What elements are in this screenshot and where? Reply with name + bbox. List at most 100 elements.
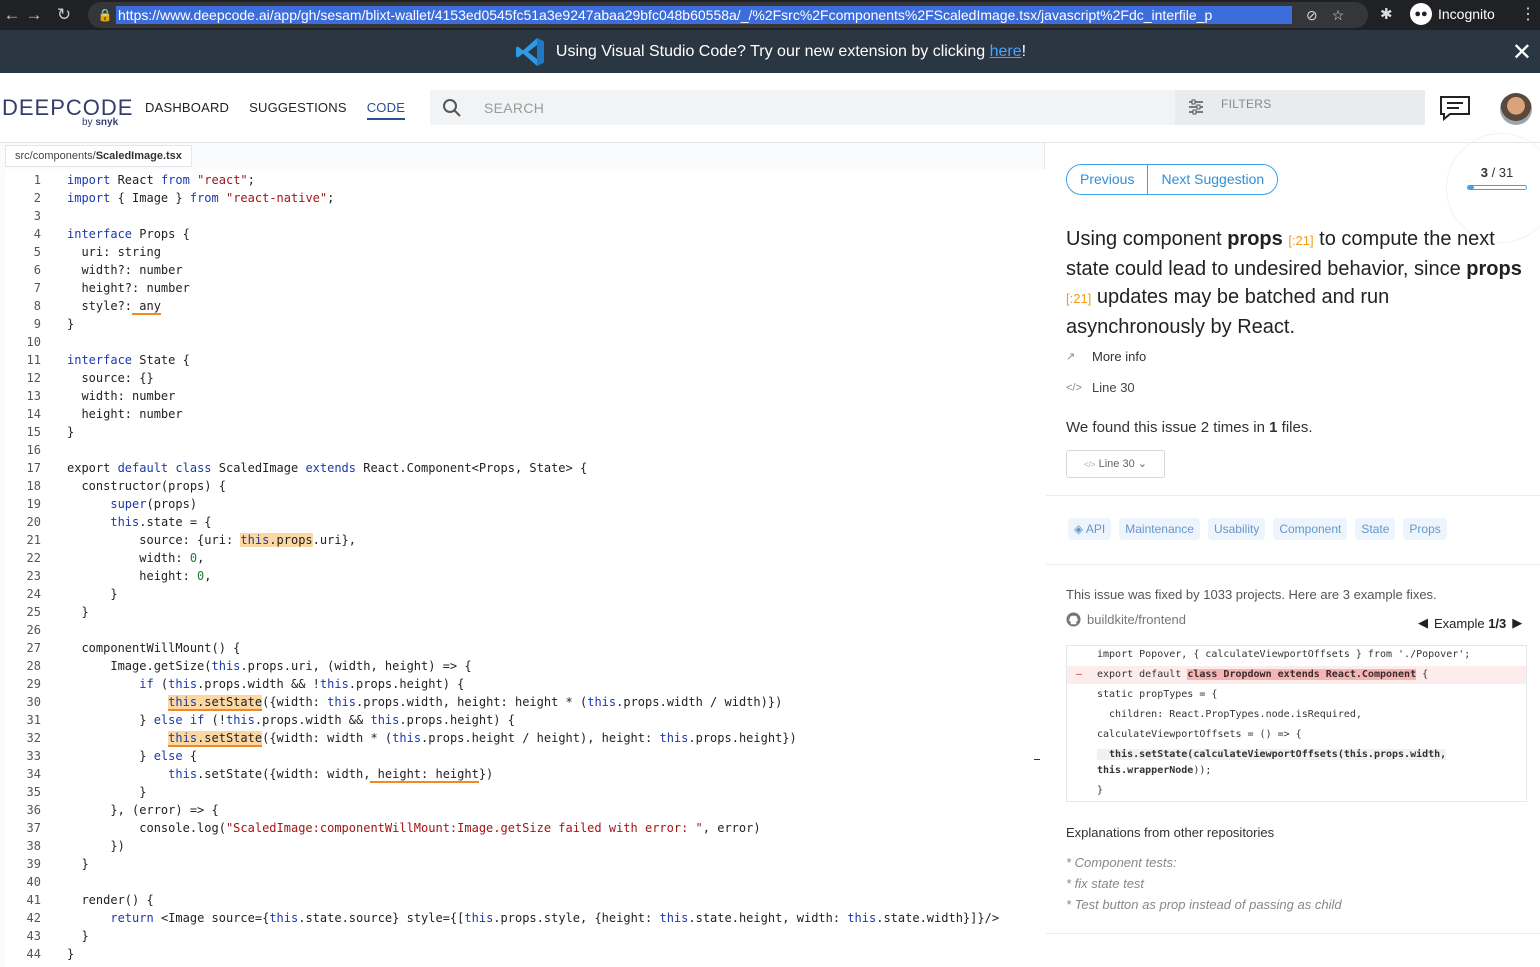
line-number: 2 bbox=[33, 191, 41, 205]
line-select-dropdown[interactable]: </> Line 30 ⌄ bbox=[1066, 450, 1165, 478]
line-number: 37 bbox=[26, 821, 41, 835]
chevron-down-icon: ⌄ bbox=[1137, 458, 1147, 470]
nav-code[interactable]: CODE bbox=[366, 100, 406, 120]
banner-link[interactable]: here bbox=[990, 43, 1022, 61]
code-text: componentWillMount() { bbox=[67, 641, 241, 655]
code-text: render() { bbox=[67, 893, 154, 907]
line-number: 20 bbox=[26, 515, 41, 529]
repo-link[interactable]: buildkite/frontend bbox=[1066, 612, 1186, 627]
diff-line: – export default class Dropdown extends R… bbox=[1067, 666, 1526, 684]
explanation-item[interactable]: * fix state test bbox=[1066, 876, 1144, 891]
explanation-item[interactable]: * Test button as prop instead of passing… bbox=[1066, 897, 1342, 912]
diff-text: static propTypes = { bbox=[1097, 689, 1218, 700]
more-info-link[interactable]: ↗ More info bbox=[1066, 349, 1146, 364]
line-number: 29 bbox=[26, 677, 41, 691]
tag-usability[interactable]: Usability bbox=[1207, 518, 1266, 540]
tag-component[interactable]: Component bbox=[1273, 518, 1348, 540]
divider bbox=[1046, 495, 1540, 496]
diff-line: calculateViewportOffsets = () => { bbox=[1067, 726, 1526, 744]
code-text: }) bbox=[67, 839, 125, 853]
line-number: 41 bbox=[26, 893, 41, 907]
browser-toolbar: ← → ↻ 🔒 https://www.deepcode.ai/app/gh/s… bbox=[0, 0, 1540, 30]
code-text: } bbox=[67, 605, 89, 619]
repo-label: buildkite/frontend bbox=[1087, 612, 1187, 627]
line-number: 34 bbox=[26, 767, 41, 781]
deepcode-logo[interactable]: DEEPCODE by snyk bbox=[2, 95, 133, 128]
line-number: 3 bbox=[33, 209, 41, 223]
code-text: } bbox=[67, 425, 75, 439]
incognito-indicator[interactable]: ●● Incognito bbox=[1410, 3, 1495, 25]
code-text: interface State { bbox=[67, 353, 190, 367]
feedback-icon[interactable] bbox=[1438, 95, 1472, 121]
line-ref-label: Line 30 bbox=[1092, 380, 1135, 395]
line-number: 42 bbox=[26, 911, 41, 925]
forward-icon[interactable]: → bbox=[22, 5, 46, 25]
diff-removed: class Dropdown extends React.Component bbox=[1187, 669, 1417, 680]
diff-text: import Popover, { calculateViewportOffse… bbox=[1097, 649, 1471, 660]
url-text[interactable]: https://www.deepcode.ai/app/gh/sesam/bli… bbox=[116, 6, 1292, 24]
code-icon: </> bbox=[1083, 460, 1096, 469]
search-bar[interactable]: SEARCH FILTERS bbox=[430, 90, 1425, 125]
msg-ref-link[interactable]: [:21] bbox=[1066, 291, 1091, 306]
puzzle-icon[interactable]: ✱ bbox=[1380, 5, 1393, 23]
example-prefix: Example bbox=[1434, 615, 1489, 631]
diff-added: this.setState(calculateViewportOffsets(t… bbox=[1097, 749, 1447, 760]
code-text: source: {} bbox=[67, 371, 154, 385]
line-number: 13 bbox=[26, 389, 41, 403]
previous-button[interactable]: Previous bbox=[1067, 165, 1149, 194]
line-number: 39 bbox=[26, 857, 41, 871]
tag-maintenance[interactable]: Maintenance bbox=[1119, 518, 1200, 540]
next-suggestion-button[interactable]: Next Suggestion bbox=[1148, 165, 1277, 194]
avatar[interactable] bbox=[1500, 93, 1532, 125]
nav-dashboard[interactable]: DASHBOARD bbox=[145, 100, 229, 120]
line-number: 27 bbox=[26, 641, 41, 655]
msg-props: props bbox=[1227, 228, 1283, 250]
code-text: } bbox=[67, 857, 89, 871]
msg-ref-link[interactable]: [:21] bbox=[1288, 233, 1313, 248]
margin-marker bbox=[1034, 759, 1040, 760]
explanation-item[interactable]: * Component tests: bbox=[1066, 855, 1177, 870]
address-bar[interactable]: 🔒 https://www.deepcode.ai/app/gh/sesam/b… bbox=[88, 2, 1368, 28]
close-icon[interactable]: ✕ bbox=[1512, 38, 1532, 67]
divider bbox=[1046, 933, 1540, 934]
code-text: } else { bbox=[67, 749, 198, 763]
code-text: width: 0, bbox=[67, 551, 205, 565]
line-number: 8 bbox=[33, 299, 41, 313]
tag-api[interactable]: ◈ API bbox=[1068, 518, 1112, 540]
tag-state[interactable]: State bbox=[1355, 518, 1396, 540]
tag-label: API bbox=[1085, 522, 1106, 536]
caret-right-icon[interactable]: ▶ bbox=[1512, 615, 1522, 631]
filters-button[interactable]: FILTERS bbox=[1175, 90, 1425, 125]
line-ref-link[interactable]: </> Line 30 bbox=[1066, 380, 1135, 395]
extension-banner: Using Visual Studio Code? Try our new ex… bbox=[0, 30, 1540, 73]
menu-icon[interactable]: ⋮ bbox=[1520, 4, 1536, 24]
line-number: 7 bbox=[33, 281, 41, 295]
line-number: 23 bbox=[26, 569, 41, 583]
code-view[interactable]: 1 import React from "react"; 2 import { Ima… bbox=[5, 169, 1045, 967]
code-text: } bbox=[67, 929, 89, 943]
line-number: 31 bbox=[26, 713, 41, 727]
line-number: 24 bbox=[26, 587, 41, 601]
back-icon[interactable]: ← bbox=[0, 5, 24, 25]
eye-off-icon[interactable]: ⊘ bbox=[1306, 7, 1318, 24]
diff-text: )); bbox=[1193, 765, 1212, 776]
search-input[interactable]: SEARCH bbox=[484, 100, 544, 116]
caret-left-icon[interactable]: ◀ bbox=[1418, 615, 1428, 631]
line-number: 15 bbox=[26, 425, 41, 439]
github-icon bbox=[1066, 612, 1081, 627]
code-text: interface Props { bbox=[67, 227, 190, 241]
line-number: 44 bbox=[26, 947, 41, 961]
code-text: console.log("ScaledImage:componentWillMo… bbox=[67, 821, 761, 835]
star-icon[interactable]: ☆ bbox=[1332, 7, 1345, 24]
fix-intro: This issue was fixed by 1033 projects. H… bbox=[1066, 587, 1437, 602]
explanations-title: Explanations from other repositories bbox=[1066, 825, 1275, 840]
reload-icon[interactable]: ↻ bbox=[52, 5, 76, 25]
line-number: 14 bbox=[26, 407, 41, 421]
line-number: 9 bbox=[33, 317, 41, 331]
tag-props[interactable]: Props bbox=[1403, 518, 1447, 540]
nav-suggestions[interactable]: SUGGESTIONS bbox=[249, 100, 347, 120]
suggestion-message: Using component props [:21] to compute t… bbox=[1066, 225, 1526, 341]
suggestion-progress bbox=[1467, 185, 1527, 190]
msg-part: Using component bbox=[1066, 228, 1228, 250]
file-tab[interactable]: src/components/ScaledImage.tsx bbox=[5, 145, 192, 167]
